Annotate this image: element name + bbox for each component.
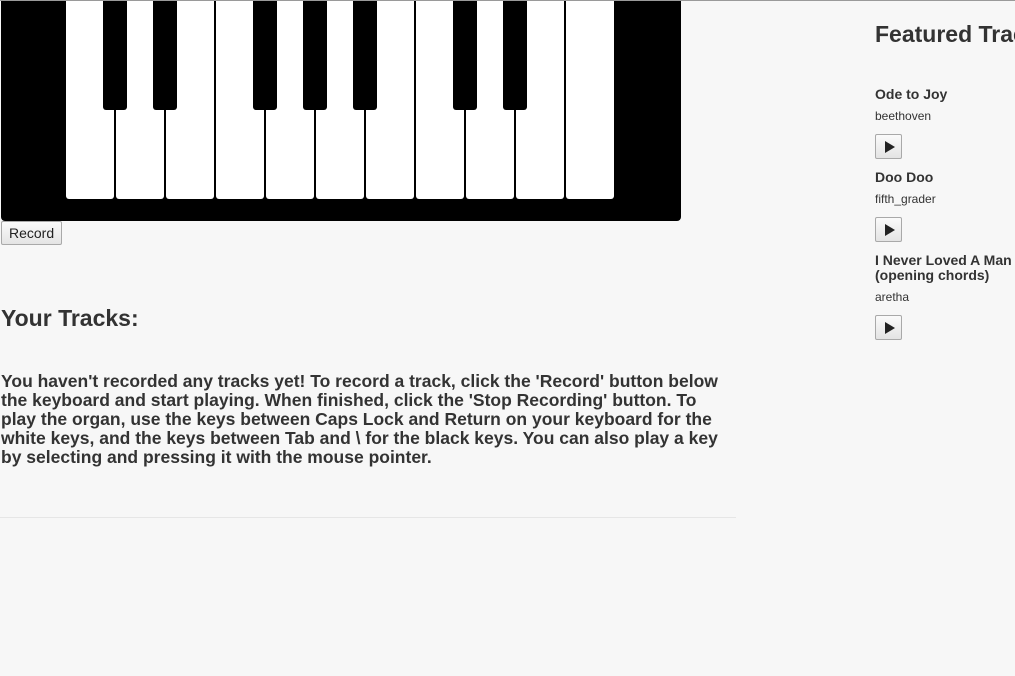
black-key[interactable] <box>153 1 177 110</box>
black-key[interactable] <box>103 1 127 110</box>
piano-keyboard <box>1 1 681 221</box>
black-key[interactable] <box>253 1 277 110</box>
play-icon <box>885 224 895 236</box>
track-author: aretha <box>875 290 910 304</box>
white-key[interactable] <box>566 1 614 199</box>
featured-track: Doo Doo fifth_grader <box>875 170 1015 242</box>
track-author: beethoven <box>875 109 932 123</box>
your-tracks-heading: Your Tracks: <box>1 305 139 331</box>
featured-track: I Never Loved A Man (opening chords) are… <box>875 253 1015 340</box>
section-divider <box>0 517 736 518</box>
record-button[interactable]: Record <box>1 221 63 245</box>
black-key[interactable] <box>303 1 327 110</box>
play-button[interactable] <box>875 315 902 340</box>
no-tracks-message: You haven't recorded any tracks yet! To … <box>1 371 718 467</box>
track-title: Ode to Joy <box>875 86 948 102</box>
play-icon <box>885 141 895 153</box>
track-title: I Never Loved A Man (opening chords) <box>875 252 1012 283</box>
play-button[interactable] <box>875 217 902 242</box>
play-button[interactable] <box>875 134 902 159</box>
black-key[interactable] <box>353 1 377 110</box>
featured-track: Ode to Joy beethoven <box>875 87 1015 159</box>
black-key[interactable] <box>503 1 527 110</box>
play-icon <box>885 322 895 334</box>
track-author: fifth_grader <box>875 192 936 206</box>
track-title: Doo Doo <box>875 169 934 185</box>
featured-tracks-heading: Featured Tracks <box>875 21 1015 47</box>
featured-tracks-panel: Featured Tracks Ode to Joy beethoven Doo… <box>875 0 1015 676</box>
black-key[interactable] <box>453 1 477 110</box>
